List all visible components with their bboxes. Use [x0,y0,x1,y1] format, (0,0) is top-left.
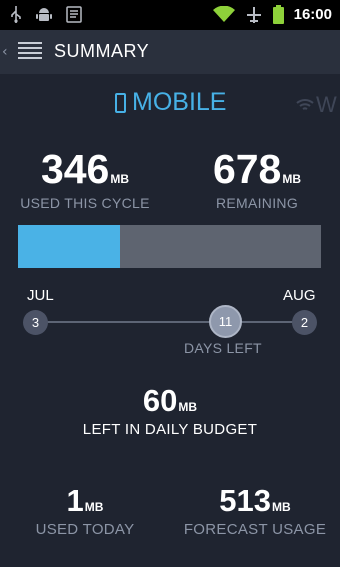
used-this-cycle: 346MB USED THIS CYCLE [12,146,158,211]
tab-wifi[interactable]: W [296,92,337,118]
usage-progress-fill [18,225,121,268]
daily-budget-label: LEFT IN DAILY BUDGET [82,421,258,438]
android-icon [36,8,52,21]
used-unit: MB [110,172,130,186]
forecast-unit: MB [272,500,291,514]
cycle-timeline [35,321,305,323]
days-left-label: DAYS LEFT [184,340,262,356]
used-today-unit: MB [84,500,104,514]
tab-mobile[interactable]: MOBILE [115,88,226,117]
system-icons: 16:00 [212,5,332,24]
battery-icon [272,5,284,24]
phone-icon [115,92,126,113]
daily-budget-value: 60 [142,383,178,418]
tab-mobile-label: MOBILE [132,88,227,116]
usb-icon [11,6,21,23]
notes-icon [66,6,82,23]
forecast-label: FORECAST USAGE [183,521,327,538]
menu-icon[interactable] [18,42,42,62]
notification-icons [10,6,82,23]
used-label: USED THIS CYCLE [20,195,150,211]
wifi-tab-icon [296,99,314,110]
remaining-label: REMAINING [215,195,299,211]
cycle-end-month: AUG [283,287,316,304]
page-title: SUMMARY [54,41,150,61]
app-bar: ‹ SUMMARY [0,30,340,74]
clock-time: 16:00 [293,6,332,23]
forecast-value: 513 [219,483,272,518]
tab-wifi-label: W [316,92,337,117]
wifi-icon [212,6,235,22]
used-today-value: 1 [66,483,84,518]
used-value: 346 [40,146,110,192]
used-today-label: USED TODAY [35,521,135,538]
cycle-end-day: 2 [292,310,317,335]
remaining-unit: MB [282,172,302,186]
airplane-icon [246,6,261,23]
daily-budget: 60MB LEFT IN DAILY BUDGET [40,383,300,438]
daily-budget-unit: MB [178,400,198,414]
remaining-value: 678 [212,146,282,192]
usage-progress-bar [18,225,321,268]
status-bar: 16:00 [0,0,340,30]
cycle-start-month: JUL [27,287,54,304]
forecast-usage: 513MB FORECAST USAGE [178,483,332,538]
back-chevron-icon[interactable]: ‹ [2,44,8,60]
cycle-start-day: 3 [23,310,48,335]
used-today: 1MB USED TODAY [20,483,150,538]
remaining: 678MB REMAINING [196,146,318,211]
days-left-marker: 11 [209,305,242,338]
